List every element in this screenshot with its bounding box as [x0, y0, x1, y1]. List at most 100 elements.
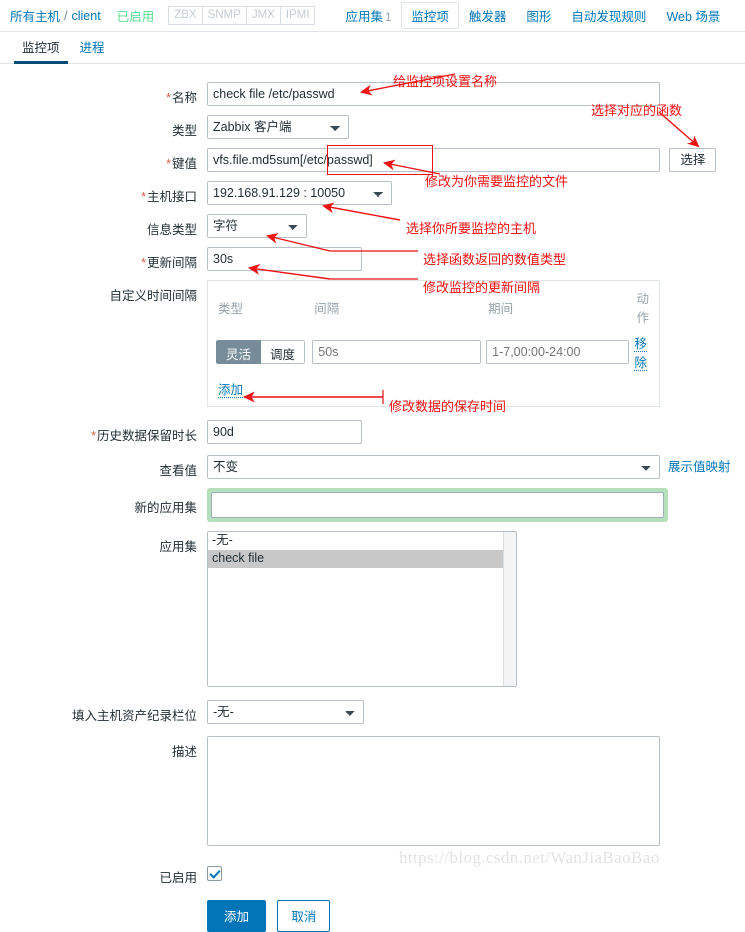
field-row-applications: 应用集 -无- check file	[0, 531, 745, 687]
cancel-button[interactable]: 取消	[277, 900, 331, 932]
field-row-value-map: 查看值 不变 展示值映射	[0, 455, 745, 479]
header-interval-period: 期间	[488, 301, 514, 316]
required-marker-history: *	[91, 429, 96, 443]
required-marker-interface: *	[141, 190, 146, 204]
field-row-info-type: 信息类型 字符	[0, 214, 745, 238]
cell-interval-action: 移除	[634, 332, 651, 372]
label-custom-intervals: 自定义时间间隔	[109, 289, 197, 303]
watermark: https://blog.csdn.net/WanJiaBaoBao	[399, 848, 660, 867]
host-status-enabled[interactable]: 已启用	[117, 6, 155, 25]
form-actions-spacer	[0, 900, 207, 905]
field-info-type: 字符	[207, 214, 745, 238]
label-name: *名称	[166, 91, 197, 105]
name-input[interactable]	[207, 82, 660, 106]
type-select[interactable]: Zabbix 客户端	[207, 115, 349, 139]
field-row-host-interface: *主机接口 192.168.91.129 : 10050	[0, 181, 745, 205]
sub-tab-bar: 监控项 进程	[0, 32, 745, 64]
key-select-button[interactable]: 选择	[669, 148, 717, 172]
protocol-badge-zbx[interactable]: ZBX	[168, 6, 202, 25]
protocol-badge-jmx[interactable]: JMX	[245, 6, 280, 25]
breadcrumb-host[interactable]: client	[72, 9, 101, 23]
form-actions-row: 添加 取消	[0, 900, 745, 932]
nav-item-applications[interactable]: 应用集 1	[335, 2, 401, 29]
nav-item-triggers[interactable]: 触发器	[459, 2, 517, 29]
interval-type-scheduling-button[interactable]: 调度	[261, 340, 306, 364]
show-value-mappings-link[interactable]: 展示值映射	[668, 460, 731, 474]
field-row-name: *名称	[0, 82, 745, 106]
nav-item-discovery-rules[interactable]: 自动发现规则	[561, 2, 656, 29]
label-description: 描述	[171, 745, 197, 759]
nav-item-web-scenarios[interactable]: Web 场景	[656, 2, 730, 29]
protocol-badge-snmp[interactable]: SNMP	[201, 6, 246, 25]
field-row-key: *键值 选择	[0, 145, 745, 175]
interval-add-link[interactable]: 添加	[218, 383, 244, 398]
field-value-map: 不变 展示值映射	[207, 455, 745, 479]
host-interface-select[interactable]: 192.168.91.129 : 10050	[207, 181, 392, 205]
label-key: *键值	[166, 157, 197, 171]
history-input[interactable]	[207, 420, 362, 444]
field-row-history: *历史数据保留时长	[0, 420, 745, 444]
tab-process[interactable]: 进程	[70, 33, 115, 63]
item-form: *名称 类型 Zabbix 客户端 *键值 选择 *主机接口 192.168.9…	[0, 64, 745, 932]
nav-item-applications-count: 1	[384, 12, 392, 24]
field-history	[207, 420, 745, 444]
nav-item-applications-label: 应用集	[345, 10, 383, 24]
label-type: 类型	[171, 124, 197, 138]
label-update-interval: *更新间隔	[141, 256, 197, 270]
field-row-description: 描述	[0, 736, 745, 849]
application-option-none[interactable]: -无-	[208, 532, 516, 550]
custom-intervals-grid: 类型 间隔 期间 动作 灵活 调度 50s 1-7,00:00-24:00 移除	[216, 286, 651, 372]
required-marker-name: *	[166, 91, 171, 105]
new-application-focus-ring	[207, 488, 668, 522]
key-input-wrapper	[207, 145, 660, 175]
interval-remove-link[interactable]: 移除	[634, 337, 647, 371]
required-marker-update: *	[141, 256, 146, 270]
nav-item-graphs[interactable]: 图形	[516, 2, 561, 29]
label-new-application: 新的应用集	[134, 501, 197, 515]
label-enabled: 已启用	[159, 871, 197, 885]
field-row-new-application: 新的应用集	[0, 488, 745, 522]
label-info-type: 信息类型	[146, 223, 197, 237]
tab-items[interactable]: 监控项	[12, 33, 70, 64]
field-description	[207, 736, 745, 849]
label-history: *历史数据保留时长	[91, 429, 197, 443]
update-interval-input[interactable]	[207, 247, 362, 271]
field-type: Zabbix 客户端	[207, 115, 745, 139]
field-applications: -无- check file	[207, 531, 745, 687]
custom-intervals-table: 类型 间隔 期间 动作 灵活 调度 50s 1-7,00:00-24:00 移除…	[207, 280, 660, 407]
field-row-update-interval: *更新间隔	[0, 247, 745, 271]
applications-listbox[interactable]: -无- check file	[207, 531, 517, 687]
applications-scrollbar[interactable]	[503, 532, 516, 686]
label-inventory: 填入主机资产纪录栏位	[71, 709, 197, 723]
field-name	[207, 82, 745, 106]
interval-period-input[interactable]	[486, 340, 630, 364]
protocol-badge-ipmi[interactable]: IPMI	[279, 6, 316, 25]
field-row-inventory: 填入主机资产纪录栏位 -无-	[0, 700, 745, 724]
interval-delay-input[interactable]	[312, 340, 482, 364]
submit-add-button[interactable]: 添加	[207, 900, 267, 932]
header-interval-value: 间隔	[314, 301, 340, 316]
breadcrumb-all-hosts[interactable]: 所有主机	[10, 6, 60, 25]
description-textarea[interactable]	[207, 736, 660, 846]
protocol-badge-group: ZBX SNMP JMX IPMI	[168, 6, 316, 25]
new-application-input[interactable]	[211, 492, 664, 518]
interval-type-flexible-button[interactable]: 灵活	[216, 340, 262, 364]
info-type-select[interactable]: 字符	[207, 214, 307, 238]
key-input[interactable]	[207, 148, 660, 172]
custom-interval-add-row: 添加	[216, 372, 651, 398]
field-host-interface: 192.168.91.129 : 10050	[207, 181, 745, 205]
inventory-field-select[interactable]: -无-	[207, 700, 364, 724]
nav-item-items[interactable]: 监控项	[401, 2, 459, 29]
label-value-map: 查看值	[159, 464, 197, 478]
label-host-interface: *主机接口	[141, 190, 197, 204]
enabled-checkbox[interactable]	[207, 866, 222, 881]
field-inventory: -无-	[207, 700, 745, 724]
field-custom-intervals: 类型 间隔 期间 动作 灵活 调度 50s 1-7,00:00-24:00 移除…	[207, 280, 745, 407]
field-update-interval	[207, 247, 745, 271]
breadcrumb-separator: /	[64, 8, 68, 23]
required-marker-key: *	[166, 157, 171, 171]
value-map-select[interactable]: 不变	[207, 455, 660, 479]
application-option-check-file[interactable]: check file	[208, 550, 516, 568]
field-row-custom-intervals: 自定义时间间隔 类型 间隔 期间 动作 灵活 调度 50s 1-7,00:00-…	[0, 280, 745, 407]
custom-interval-row: 灵活 调度 移除	[216, 332, 651, 372]
